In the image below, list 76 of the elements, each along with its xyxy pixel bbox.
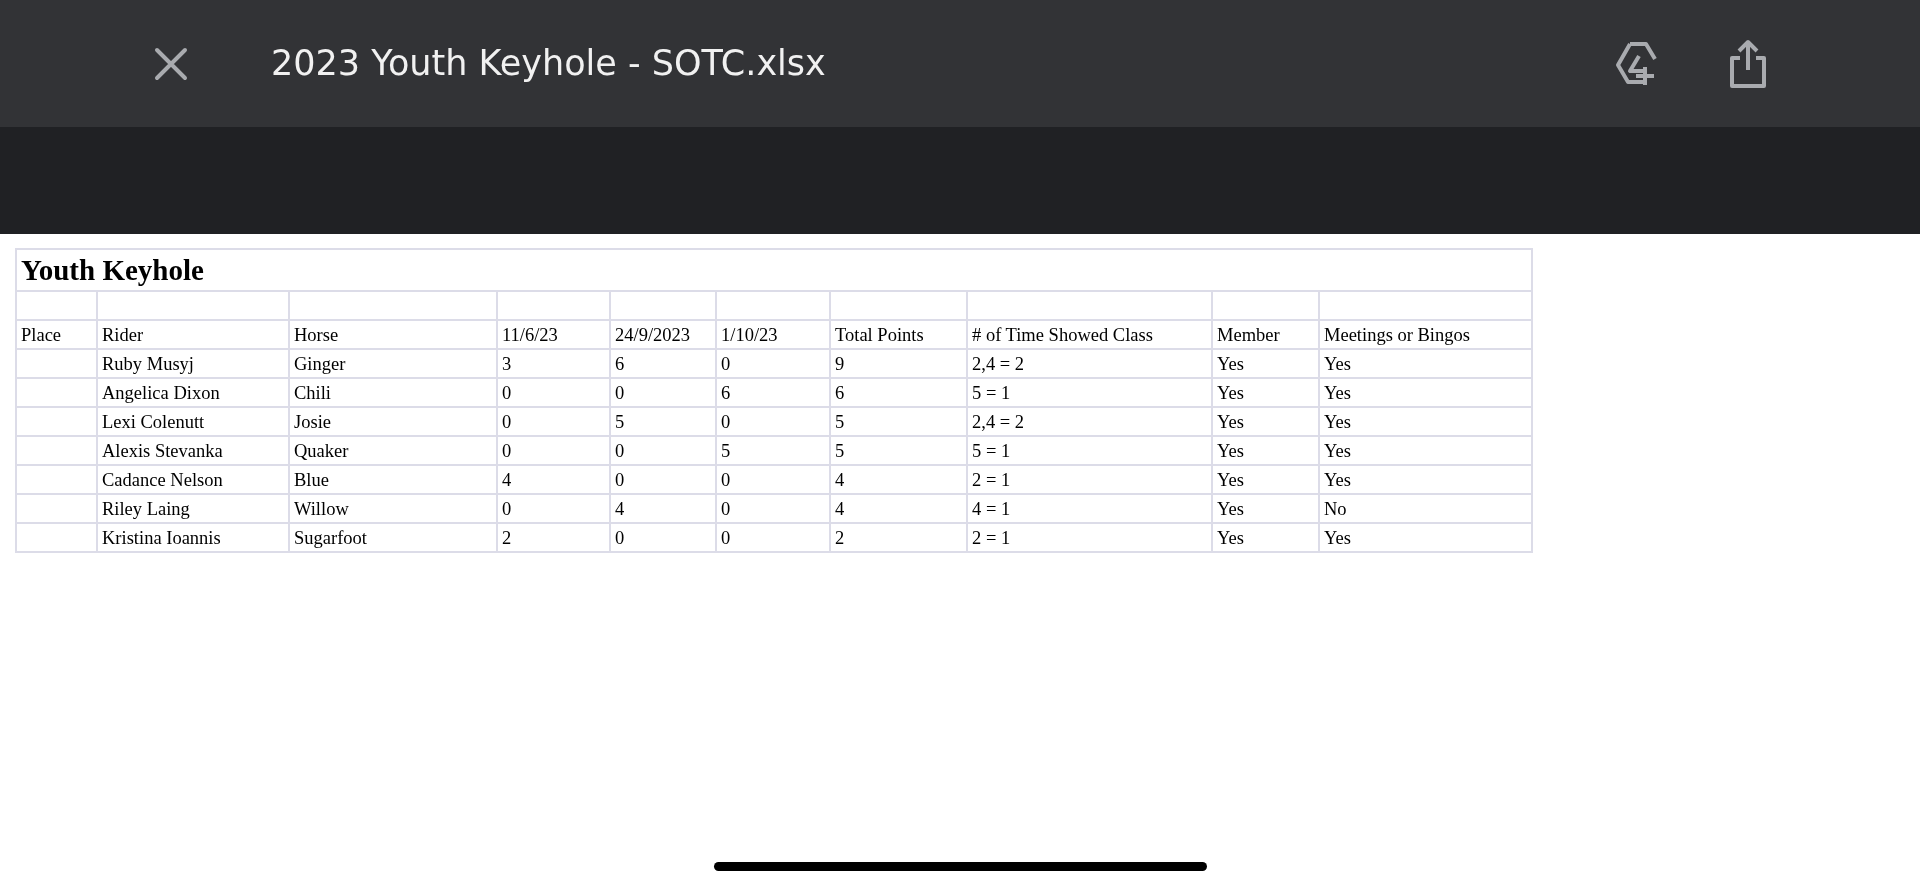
table-cell: Yes [1212,378,1319,407]
table-cell: Riley Laing [97,494,289,523]
table-cell: 5 [716,436,830,465]
table-cell: Yes [1319,465,1533,494]
table-cell: 0 [497,378,610,407]
sheet-title: Youth Keyhole [16,249,1533,291]
table-cell: Chili [289,378,497,407]
table-cell: Lexi Colenutt [97,407,289,436]
table-cell: 0 [716,349,830,378]
column-header: 24/9/2023 [610,320,716,349]
table-cell: Blue [289,465,497,494]
table-cell: Yes [1212,523,1319,552]
table-cell: 0 [610,436,716,465]
column-header: # of Time Showed Class [967,320,1212,349]
table-cell: Sugarfoot [289,523,497,552]
table-cell: No [1319,494,1533,523]
table-cell: 0 [716,407,830,436]
table-cell: 2 [830,523,967,552]
table-cell: Kristina Ioannis [97,523,289,552]
table-cell: 6 [830,378,967,407]
window-title: 2023 Youth Keyhole - SOTC.xlsx [271,42,826,86]
column-header: Total Points [830,320,967,349]
table-cell: 9 [830,349,967,378]
table-cell: 2 [497,523,610,552]
table-cell: 0 [610,465,716,494]
table-cell: Ruby Musyj [97,349,289,378]
table-cell: Willow [289,494,497,523]
table-cell: 0 [497,407,610,436]
table-cell: 0 [716,465,830,494]
column-header: Rider [97,320,289,349]
table-cell: 0 [497,494,610,523]
table-cell: 4 [830,465,967,494]
column-header: Horse [289,320,497,349]
table-cell: 0 [716,494,830,523]
table-cell: Yes [1212,349,1319,378]
table-cell: 6 [610,349,716,378]
table-cell: Yes [1212,465,1319,494]
table-cell: Yes [1319,436,1533,465]
table-cell: Yes [1319,407,1533,436]
table-cell: Yes [1212,407,1319,436]
table-cell: Quaker [289,436,497,465]
column-header: 11/6/23 [497,320,610,349]
table-cell: Yes [1212,494,1319,523]
table-cell: 4 [830,494,967,523]
table-cell: 5 = 1 [967,436,1212,465]
column-header: Meetings or Bingos [1319,320,1533,349]
column-header: Place [16,320,97,349]
table-cell: 5 = 1 [967,378,1212,407]
table-cell: 6 [716,378,830,407]
table-cell: 2,4 = 2 [967,349,1212,378]
column-header: 1/10/23 [716,320,830,349]
table-cell: Yes [1319,523,1533,552]
column-header: Member [1212,320,1319,349]
table-cell: 5 [830,436,967,465]
table-cell: 4 [610,494,716,523]
table-cell: Yes [1212,436,1319,465]
table-cell: Alexis Stevanka [97,436,289,465]
table-cell: 2 = 1 [967,465,1212,494]
table-cell: Yes [1319,349,1533,378]
table-cell: 0 [610,523,716,552]
table-cell: 0 [610,378,716,407]
table-cell: 0 [497,436,610,465]
table-cell: Josie [289,407,497,436]
table-cell: 2,4 = 2 [967,407,1212,436]
table-cell: 0 [716,523,830,552]
table-cell: 4 [497,465,610,494]
table-cell: Cadance Nelson [97,465,289,494]
table-cell: Yes [1319,378,1533,407]
share-icon [1728,37,1768,90]
table-cell: Ginger [289,349,497,378]
table-cell: 4 = 1 [967,494,1212,523]
table-cell: 5 [610,407,716,436]
table-cell: Angelica Dixon [97,378,289,407]
table-cell: 2 = 1 [967,523,1212,552]
table-cell: 5 [830,407,967,436]
table-cell: 3 [497,349,610,378]
